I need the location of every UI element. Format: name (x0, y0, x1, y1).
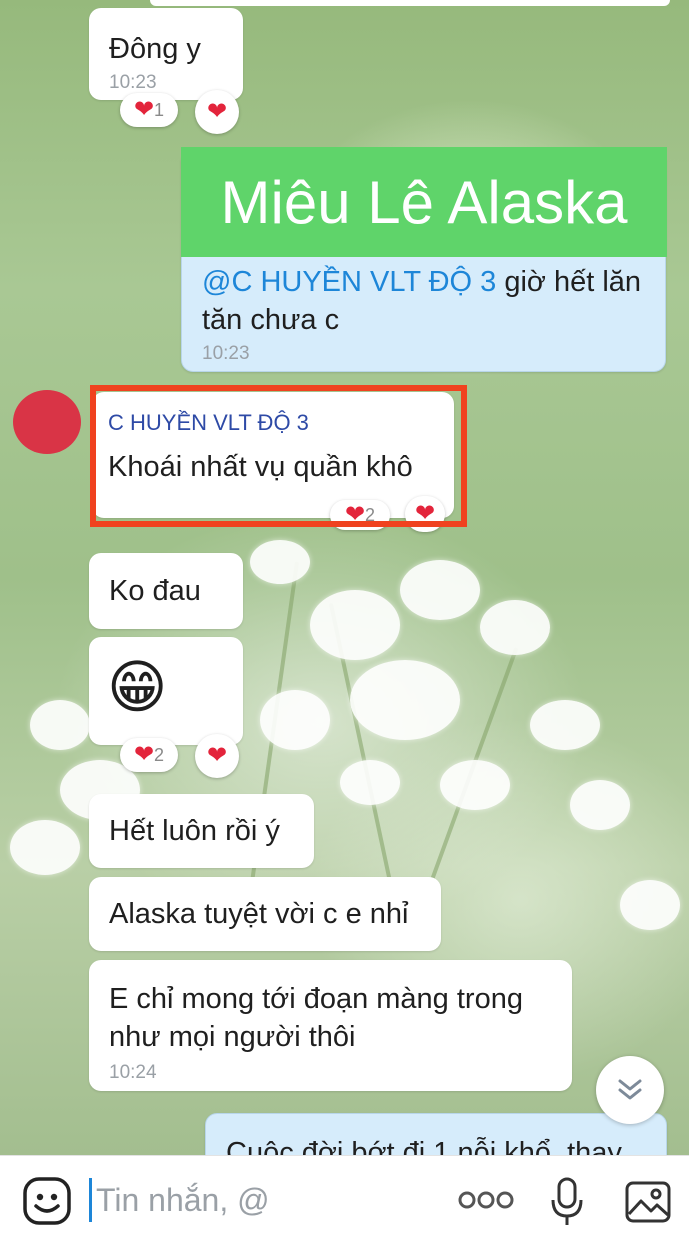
scroll-to-bottom-button[interactable] (596, 1056, 664, 1124)
reaction-summary[interactable]: ❤ 2 (120, 738, 178, 772)
double-chevron-down-icon (618, 1079, 642, 1100)
message-bubble[interactable]: Alaska tuyệt vời c e nhỉ (89, 877, 441, 951)
microphone-icon[interactable] (549, 1176, 585, 1233)
message-text-line: tăn chưa c (202, 304, 340, 336)
message-text: @C HUYỀN VLT ĐỘ 3 giờ hết lăn tăn chưa c (202, 263, 652, 339)
message-text-line: E chỉ mong tới đoạn màng trong (109, 983, 523, 1015)
message-text: E chỉ mong tới đoạn màng trong như mọi n… (109, 980, 559, 1056)
image-icon[interactable] (624, 1180, 672, 1229)
mention-link[interactable]: @C HUYỀN VLT ĐỘ 3 (202, 266, 496, 298)
sticker-icon[interactable] (22, 1176, 72, 1231)
grinning-face-icon: 😁 (107, 655, 168, 720)
message-text: Hết luôn rồi ý (109, 815, 280, 847)
message-text-line: như mọi người thôi (109, 1021, 356, 1053)
previous-message-edge (0, 0, 689, 8)
heart-icon: ❤ (133, 741, 155, 768)
react-heart-button[interactable]: ❤ (195, 734, 239, 778)
highlight-frame (90, 385, 467, 527)
message-bubble[interactable]: Đông y 10:23 (89, 8, 243, 100)
message-text: Đông y (109, 33, 201, 65)
message-input[interactable] (88, 1174, 438, 1226)
heart-icon: ❤ (133, 96, 155, 123)
message-bubble[interactable]: Ko đau (89, 553, 243, 629)
message-bubble[interactable]: Hết luôn rồi ý (89, 794, 314, 868)
message-bubble[interactable]: E chỉ mong tới đoạn màng trong như mọi n… (89, 960, 572, 1091)
message-time: 10:24 (109, 1062, 157, 1083)
message-text: Ko đau (109, 575, 201, 607)
heart-icon: ❤ (206, 742, 228, 769)
heart-icon: ❤ (206, 98, 228, 125)
reaction-count: 1 (154, 99, 165, 120)
message-time: 10:23 (109, 72, 157, 93)
react-heart-button[interactable]: ❤ (195, 90, 239, 134)
overlay-title-banner: Miêu Lê Alaska (181, 147, 667, 257)
message-text: Alaska tuyệt vời c e nhỉ (109, 898, 409, 930)
message-text-line: giờ hết lăn (496, 266, 642, 298)
reaction-summary[interactable]: ❤ 1 (120, 93, 178, 127)
message-composer (0, 1155, 689, 1243)
message-bubble[interactable]: 😁 (89, 637, 243, 745)
reaction-count: 2 (154, 744, 165, 765)
sender-avatar[interactable] (13, 390, 81, 454)
message-time: 10:23 (202, 343, 250, 364)
more-options-icon[interactable] (458, 1190, 514, 1215)
